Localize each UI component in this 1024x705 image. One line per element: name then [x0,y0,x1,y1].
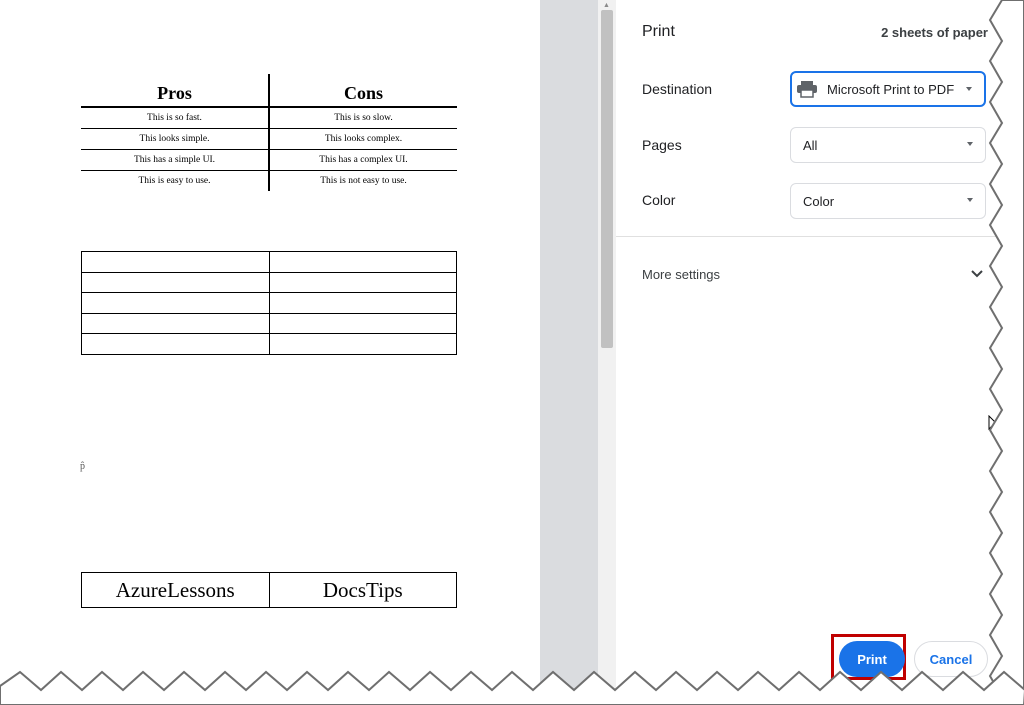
more-settings-toggle[interactable]: More settings [642,267,720,282]
table-cell: This has a simple UI. [81,149,270,171]
table-cell: This looks simple. [81,128,270,150]
table-cell [268,251,457,273]
table-cell-docstips: DocsTips [268,572,457,608]
print-title: Print [642,23,675,40]
table-cell: This is easy to use. [81,170,270,191]
empty-table [81,251,457,355]
table-row: This is so fast. This is so slow. [81,107,457,129]
destination-value: Microsoft Print to PDF [827,81,955,97]
table-header-row: Pros Cons [81,74,457,108]
table-cell [81,292,270,314]
table-cell [81,312,270,334]
dropdown-caret-icon [967,142,973,146]
pages-select[interactable]: All [790,127,986,163]
destination-label: Destination [642,81,713,97]
table-cell-azurelessons: AzureLessons [81,572,270,608]
scroll-up-arrow-icon[interactable]: ▲ [603,2,610,9]
color-label: Color [642,192,676,208]
print-preview: Pros Cons This is so fast. This is so sl… [0,0,616,705]
table-row: AzureLessons DocsTips [81,572,457,608]
table-header-pros: Pros [81,74,270,108]
table-cell: This has a complex UI. [269,149,457,171]
preview-page: Pros Cons This is so fast. This is so sl… [0,0,540,705]
dropdown-caret-icon [967,198,973,202]
table-row [81,251,457,273]
table-header-cons: Cons [269,74,457,108]
table-row: This has a simple UI. This has a complex… [81,149,457,171]
table-cell [268,333,457,355]
dropdown-caret-icon [966,87,972,91]
links-table: AzureLessons DocsTips [81,572,457,608]
torn-edge-bottom [0,670,1024,705]
preview-gutter [540,0,598,705]
table-row [81,312,457,334]
pages-value: All [803,137,818,153]
preview-scrollbar-thumb[interactable] [601,10,613,348]
table-cell [81,333,270,355]
table-cell [268,271,457,293]
torn-edge-right [988,0,1024,705]
table-cell [81,271,270,293]
table-cell: This is not easy to use. [320,176,407,186]
table-cell [268,312,457,334]
table-cell [268,292,457,314]
table-row: This is easy to use. This is not easy to… [81,170,457,191]
sheet-count: 2 sheets of paper [881,25,988,40]
table-row: This looks simple. This looks complex. [81,128,457,150]
section-divider [616,236,996,237]
color-select[interactable]: Color [790,183,986,219]
destination-select[interactable]: Microsoft Print to PDF [790,71,986,107]
printer-icon [796,80,818,98]
paragraph-mark: p̂ [80,461,85,472]
table-cell: This is so fast. [81,107,270,129]
pages-label: Pages [642,137,682,153]
table-row [81,333,457,355]
table-cell: This is so slow. [269,107,457,129]
table-cell [81,251,270,273]
pros-cons-table: Pros Cons This is so fast. This is so sl… [81,74,457,191]
table-cell: This looks complex. [269,128,457,150]
table-row [81,292,457,314]
color-value: Color [803,193,835,209]
chevron-down-icon[interactable] [970,266,984,280]
table-row [81,271,457,293]
print-settings-sidebar: Print 2 sheets of paper Destination Micr… [616,0,1024,705]
